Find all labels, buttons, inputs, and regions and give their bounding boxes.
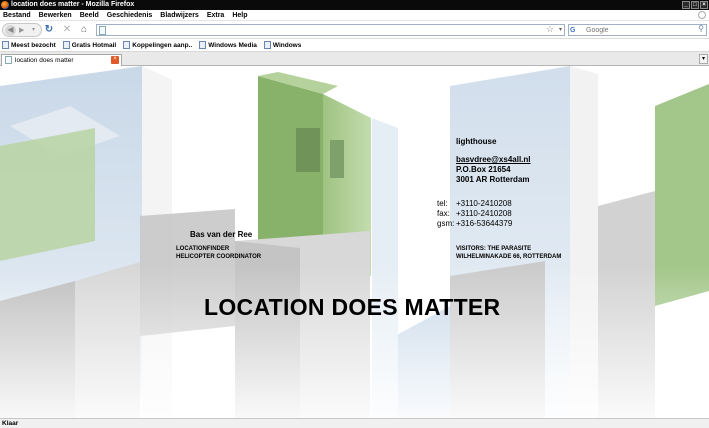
tab-label: location does matter [15, 57, 74, 64]
collage-background-image [0, 66, 709, 418]
page-headline: LOCATION DOES MATTER [204, 294, 501, 320]
bookmark-page-icon [199, 41, 207, 49]
contact-gsm: gsm: +316-53644379 [437, 219, 513, 228]
city-address: 3001 AR Rotterdam [456, 175, 530, 184]
company-name: lighthouse [456, 137, 497, 146]
visitors-title: VISITORS: THE PARASITE [456, 246, 532, 252]
bookmark-page-icon [123, 41, 131, 49]
reload-button[interactable]: ↻ [43, 24, 55, 36]
url-dropdown-icon[interactable]: ▾ [559, 26, 562, 33]
window-title: location does matter - Mozilla Firefox [11, 1, 135, 8]
menu-beeld[interactable]: Beeld [80, 10, 99, 21]
tab-location-does-matter[interactable]: location does matter × [1, 54, 122, 66]
tab-bar: location does matter × ▾ [0, 52, 709, 66]
window-title-bar: location does matter - Mozilla Firefox _… [0, 0, 709, 10]
bookmark-page-icon [263, 41, 271, 49]
stop-button[interactable]: ✕ [61, 24, 73, 36]
po-box: P.O.Box 21654 [456, 165, 511, 174]
close-tab-icon[interactable]: × [111, 56, 119, 64]
role-helicopter-coordinator: HELICOPTER COORDINATOR [176, 254, 262, 260]
menu-help[interactable]: Help [232, 10, 247, 21]
status-bar: Klaar [0, 418, 709, 428]
bookmark-koppelingen[interactable]: Koppelingen aanp.. [123, 41, 192, 49]
role-locationfinder: LOCATIONFINDER [176, 246, 230, 252]
search-input[interactable] [586, 25, 694, 35]
contact-tel: tel: +3110-2410208 [437, 199, 512, 208]
close-window-button[interactable]: × [700, 1, 708, 9]
home-button[interactable]: ⌂ [78, 24, 90, 36]
throbber-icon [698, 11, 706, 19]
menu-bladwijzers[interactable]: Bladwijzers [160, 10, 199, 21]
visitors-address: WILHELMINAKADE 66, ROTTERDAM [456, 254, 562, 260]
page-icon [99, 26, 106, 35]
person-name: Bas van der Ree [190, 230, 253, 239]
contact-fax: fax: +3110-2410208 [437, 209, 512, 218]
menu-bar: Bestand Bewerken Beeld Geschiedenis Blad… [0, 10, 709, 21]
tab-list-button[interactable]: ▾ [699, 54, 708, 64]
tab-page-icon [5, 56, 12, 64]
search-engine-icon[interactable]: G [570, 26, 584, 35]
menu-bewerken[interactable]: Bewerken [39, 10, 72, 21]
menu-geschiedenis[interactable]: Geschiedenis [107, 10, 153, 21]
navigation-toolbar: ◀ ▶ ▾ ↻ ✕ ⌂ ☆ ▾ G ⚲ [0, 21, 709, 39]
bookmark-star-icon[interactable]: ☆ [546, 24, 554, 35]
search-icon[interactable]: ⚲ [698, 24, 704, 33]
back-button[interactable]: ◀ [5, 25, 16, 36]
status-text: Klaar [2, 420, 19, 427]
page-content: Bas van der Ree LOCATIONFINDER HELICOPTE… [0, 66, 709, 418]
minimize-button[interactable]: _ [682, 1, 690, 9]
bookmark-gratis-hotmail[interactable]: Gratis Hotmail [62, 41, 116, 49]
email-link[interactable]: basvdree@xs4all.nl [456, 155, 531, 164]
url-bar[interactable]: ☆ ▾ [96, 24, 565, 36]
search-bar[interactable]: G ⚲ [568, 24, 707, 36]
bookmark-windows-media[interactable]: Windows Media [199, 41, 257, 49]
bookmarks-toolbar: Meest bezocht Gratis Hotmail Koppelingen… [0, 39, 709, 52]
bookmark-page-icon [62, 41, 70, 49]
back-forward-group: ◀ ▶ ▾ [2, 23, 42, 37]
bookmark-windows[interactable]: Windows [263, 41, 301, 49]
maximize-button[interactable]: □ [691, 1, 699, 9]
forward-button[interactable]: ▶ [19, 26, 24, 34]
bookmark-folder-icon [2, 41, 9, 49]
bookmark-meest-bezocht[interactable]: Meest bezocht [2, 41, 56, 49]
history-dropdown-icon[interactable]: ▾ [32, 26, 35, 33]
menu-extra[interactable]: Extra [207, 10, 225, 21]
menu-bestand[interactable]: Bestand [3, 10, 31, 21]
window-controls: _ □ × [682, 1, 708, 9]
firefox-icon [1, 1, 9, 9]
